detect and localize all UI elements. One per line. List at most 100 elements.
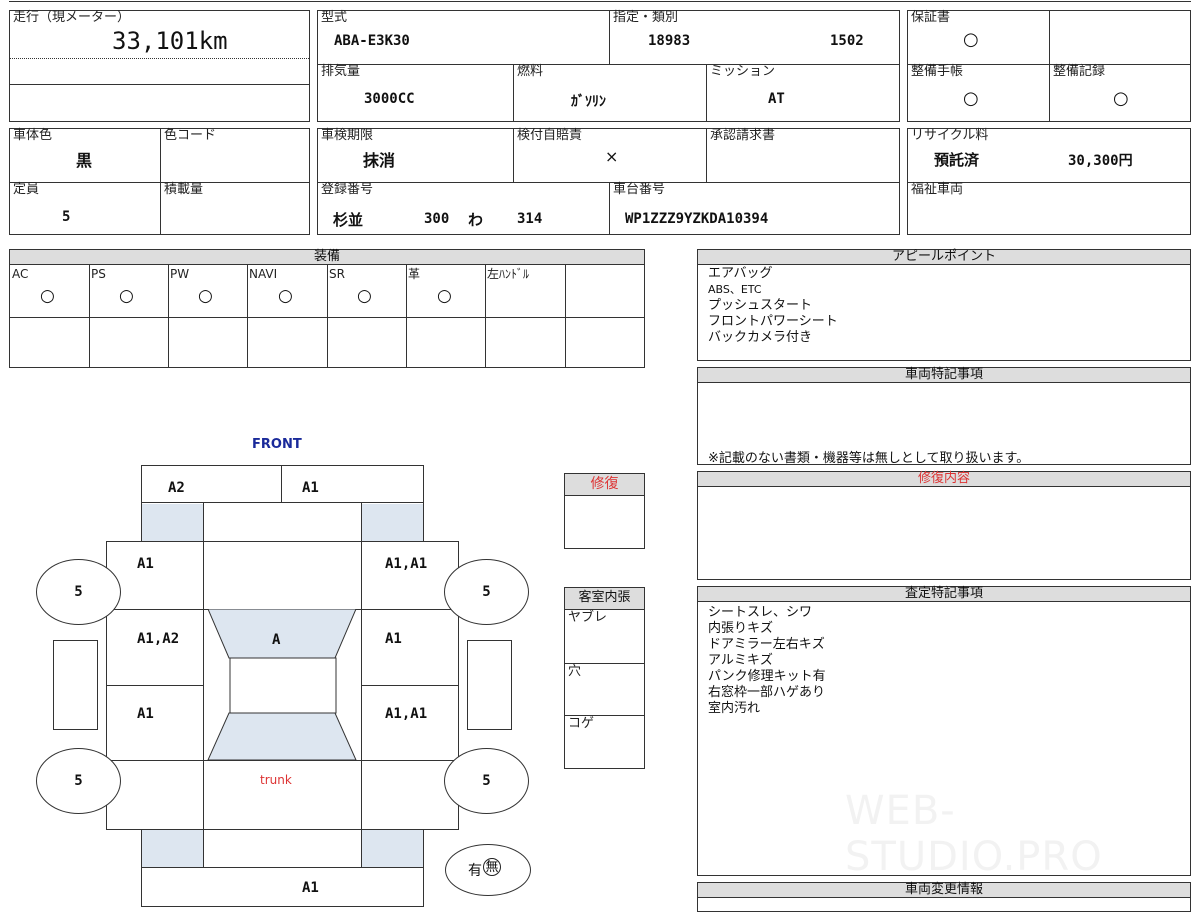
right-mirror	[467, 640, 512, 730]
registration-label: 登録番号	[321, 182, 374, 197]
equip-lhd-label: 左ﾊﾝﾄﾞﾙ	[487, 267, 530, 281]
left-rear-door-damage: A1	[137, 706, 154, 722]
model-label: 型式	[321, 10, 348, 25]
recycle-box: リサイクル料 預託済 30,300円 福祉車両	[907, 128, 1191, 235]
spare-yes: 有	[468, 863, 482, 879]
mileage-value: 33,101km	[112, 27, 228, 55]
color-code-label: 色コード	[164, 128, 217, 143]
appeal-line: ABS、ETC	[708, 283, 762, 296]
appeal-panel: アピールポイント エアバッグ ABS、ETC プッシュスタート フロントパワーシ…	[697, 249, 1191, 361]
interior-row-tear: ヤブレ	[568, 610, 608, 625]
special-notes-footer: ※記載のない書類・機器等は無しとして取り扱います。	[708, 451, 1030, 466]
assessment-line: 内張りキズ	[708, 621, 774, 636]
assessment-title: 査定特記事項	[698, 587, 1190, 602]
tire-rear-right: 5	[444, 748, 529, 814]
right-front-fender-damage: A1,A1	[385, 556, 428, 572]
recycle-amount: 30,300円	[1068, 153, 1133, 169]
headlight-right	[362, 504, 423, 541]
warranty-mark: ○	[963, 29, 979, 50]
displacement-value: 3000CC	[364, 91, 415, 107]
rear-bumper-damage: A1	[302, 880, 319, 896]
insurance-label: 検付自賠責	[517, 128, 583, 143]
transmission-label: ミッション	[710, 64, 776, 79]
recycle-label: リサイクル料	[911, 128, 989, 143]
repair-box: 修復	[564, 473, 645, 549]
left-mirror	[53, 640, 98, 730]
equip-navi-mark: ○	[278, 286, 293, 306]
interior-row-hole: 穴	[568, 664, 582, 679]
left-front-fender-damage: A1	[137, 556, 154, 572]
taillight-right	[362, 830, 423, 867]
repair-details-title: 修復内容	[698, 472, 1190, 487]
appeal-line: バックカメラ付き	[708, 330, 813, 345]
registration-box: 車検期限 抹消 検付自賠責 × 承認請求書 登録番号 杉並 300 わ 314 …	[317, 128, 900, 235]
fuel-label: 燃料	[517, 64, 544, 79]
displacement-label: 排気量	[321, 64, 361, 79]
body-color-label: 車体色	[13, 128, 53, 143]
assessment-line: シートスレ、シワ	[708, 605, 813, 620]
vehicle-changes-panel: 車両変更情報	[697, 882, 1191, 912]
warranty-label: 保証書	[911, 10, 951, 25]
chassis-value: WP1ZZZ9YZKDA10394	[625, 211, 769, 227]
vehicle-changes-title: 車両変更情報	[698, 883, 1190, 898]
front-left-damage: A2	[168, 480, 185, 496]
equip-navi-label: NAVI	[249, 267, 278, 281]
maintenance-book-label: 整備手帳	[911, 64, 964, 79]
assessment-line: 室内汚れ	[708, 701, 761, 716]
assessment-list: シートスレ、シワ 内張りキズ ドアミラー左右キズ アルミキズ パンク修理キット有…	[708, 605, 826, 717]
fuel-value: ｶﾞｿﾘﾝ	[571, 94, 606, 110]
front-bumper: A2 A1	[141, 465, 424, 503]
registration-class: 300	[424, 211, 450, 227]
insurance-value: ×	[605, 147, 619, 166]
color-box: 車体色 黒 色コード 定員 5 積載量	[9, 128, 310, 235]
transmission-value: AT	[768, 91, 785, 107]
equip-ac-mark: ○	[40, 286, 55, 306]
appeal-line: プッシュスタート	[708, 298, 813, 313]
car-diagram: FRONT A2 A1 A1 A1,A1 A1,A2 A1 A1 A1,A1 A…	[0, 430, 560, 907]
taillight-left	[142, 830, 203, 867]
maintenance-record-label: 整備記録	[1053, 64, 1106, 79]
capacity-label: 定員	[13, 182, 40, 197]
equip-leather-mark: ○	[437, 286, 452, 306]
headlight-left	[142, 504, 203, 541]
approval-label: 承認請求書	[710, 128, 776, 143]
watermark: WEB-STUDIO.PRO	[845, 788, 1103, 880]
recycle-status: 預託済	[934, 151, 980, 169]
repair-details-panel: 修復内容	[697, 471, 1191, 580]
chassis-label: 車台番号	[613, 182, 666, 197]
left-front-door-damage: A1,A2	[137, 631, 180, 647]
repair-label: 修復	[565, 474, 644, 496]
rear-bumper: A1	[141, 867, 424, 907]
designation-class: 1502	[830, 33, 864, 49]
interior-box: 客室内張 ヤブレ 穴 コゲ	[564, 587, 645, 769]
designation-number: 18983	[648, 33, 691, 49]
interior-row-burn: コゲ	[568, 716, 595, 731]
equip-sr-mark: ○	[357, 286, 372, 306]
assessment-line: アルミキズ	[708, 653, 773, 668]
tire-front-right: 5	[444, 559, 529, 625]
interior-title: 客室内張	[565, 588, 644, 610]
capacity-value: 5	[62, 209, 71, 225]
right-front-door-damage: A1	[385, 631, 402, 647]
cabin-glass	[207, 609, 357, 760]
tire-front-left: 5	[36, 559, 121, 625]
trunk-label: trunk	[260, 773, 292, 787]
warranty-box: 保証書 ○ 整備手帳 ○ 整備記録 ○	[907, 10, 1191, 122]
body-color-value: 黒	[76, 151, 93, 170]
assessment-line: 右窓枠一部ハゲあり	[708, 685, 826, 700]
model-value: ABA-E3K30	[334, 33, 410, 49]
welfare-label: 福祉車両	[911, 182, 964, 197]
registration-number: 314	[517, 211, 543, 227]
roof-damage: A	[272, 632, 281, 648]
right-rear-door-damage: A1,A1	[385, 706, 428, 722]
special-notes-panel: 車両特記事項 ※記載のない書類・機器等は無しとして取り扱います。	[697, 367, 1191, 466]
inspection-value: 抹消	[363, 151, 396, 170]
front-right-damage: A1	[302, 480, 319, 496]
maintenance-record-mark: ○	[1113, 88, 1129, 109]
assessment-line: パンク修理キット有	[708, 669, 826, 684]
equip-pw-mark: ○	[198, 286, 213, 306]
mileage-label: 走行（現メーター）	[13, 10, 131, 25]
designation-label: 指定・類別	[613, 10, 679, 25]
spec-box: 型式 ABA-E3K30 指定・類別 18983 1502 排気量 3000CC…	[317, 10, 900, 122]
equip-ps-label: PS	[91, 267, 106, 281]
